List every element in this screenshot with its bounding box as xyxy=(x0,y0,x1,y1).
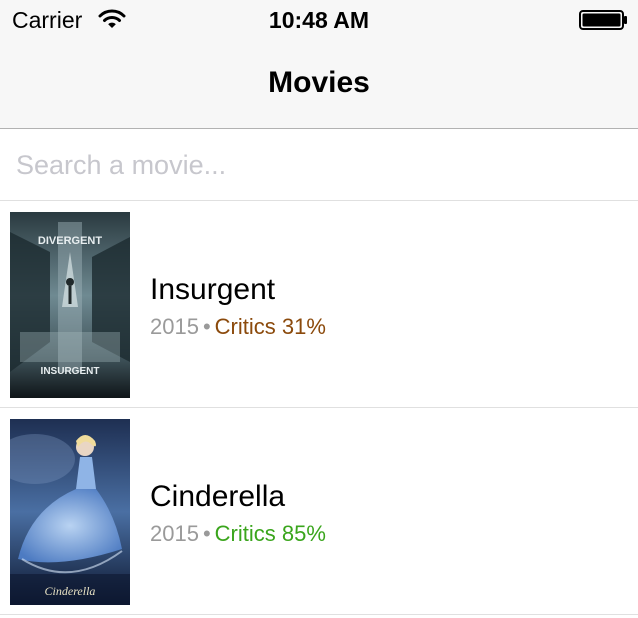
status-bar: Carrier 10:48 AM xyxy=(0,0,638,40)
poster-subtitle-text: INSURGENT xyxy=(41,366,100,377)
list-item[interactable]: Cinderella Cinderella 2015 • Critics 85% xyxy=(0,408,638,615)
search-bar xyxy=(0,129,638,201)
movie-poster-image: DIVERGENT INSURGENT xyxy=(10,212,130,398)
meta-separator: • xyxy=(202,314,211,339)
movie-year: 2015 xyxy=(150,314,199,339)
page-title: Movies xyxy=(268,66,370,99)
list-item[interactable]: DIVERGENT INSURGENT Insurgent 2015 • Criti… xyxy=(0,201,638,408)
movie-meta: 2015 • Critics 31% xyxy=(150,313,326,341)
critics-score: Critics 31% xyxy=(214,314,326,339)
movie-meta: 2015 • Critics 85% xyxy=(150,520,326,548)
meta-separator: • xyxy=(202,521,211,546)
movie-year: 2015 xyxy=(150,521,199,546)
movie-title: Cinderella xyxy=(150,480,286,513)
critics-score: Critics 85% xyxy=(214,521,326,546)
movie-poster-image: Cinderella xyxy=(10,419,130,605)
navigation-bar: Movies xyxy=(0,40,638,129)
battery-icon xyxy=(579,10,629,30)
poster-title-text: DIVERGENT xyxy=(38,235,102,247)
search-input[interactable] xyxy=(16,147,616,183)
status-time: 10:48 AM xyxy=(268,7,370,33)
poster-title-text: Cinderella xyxy=(45,584,96,598)
movie-title: Insurgent xyxy=(150,273,276,306)
movie-list: DIVERGENT INSURGENT Insurgent 2015 • Criti… xyxy=(0,201,638,615)
